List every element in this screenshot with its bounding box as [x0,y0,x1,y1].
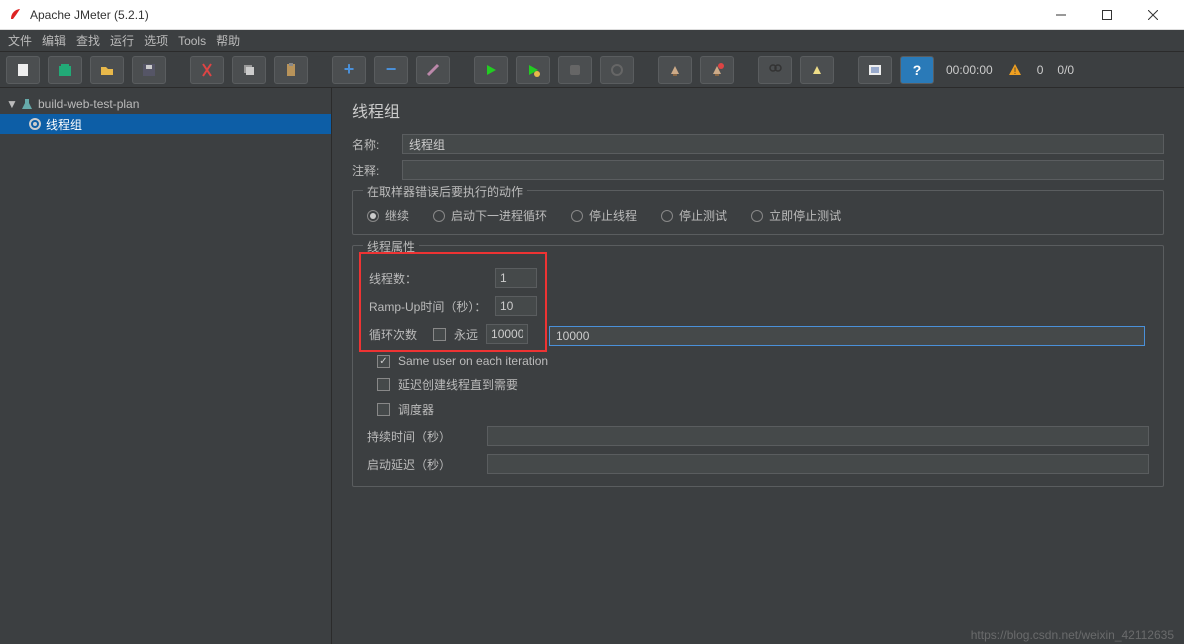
threads-input[interactable] [495,268,537,288]
close-button[interactable] [1130,0,1176,30]
reset-search-button[interactable] [800,56,834,84]
radio-stop-now[interactable]: 立即停止测试 [751,207,841,224]
radio-continue[interactable]: 继续 [367,207,409,224]
threads-label: 线程数： [369,270,487,287]
clear-button[interactable] [658,56,692,84]
name-input[interactable] [402,134,1164,154]
templates-button[interactable] [48,56,82,84]
function-helper-button[interactable] [858,56,892,84]
highlight-box: 线程数： Ramp-Up时间（秒）： 循环次数 永远 [359,252,547,352]
error-legend: 在取样器错误后要执行的动作 [363,183,527,200]
thread-props-group: 线程属性 线程数： Ramp-Up时间（秒）： 循环次数 永远 [352,245,1164,487]
copy-button[interactable] [232,56,266,84]
forever-label: 永远 [454,326,478,343]
help-button[interactable]: ? [900,56,934,84]
comment-input[interactable] [402,160,1164,180]
start-button[interactable] [474,56,508,84]
flask-icon [20,97,34,111]
same-user-checkbox[interactable] [377,355,390,368]
delay-create-checkbox[interactable] [377,378,390,391]
rampup-label: Ramp-Up时间（秒）： [369,298,487,315]
start-no-pause-button[interactable] [516,56,550,84]
content-panel: 线程组 名称: 注释: 在取样器错误后要执行的动作 继续 启动下一进程循环 停止… [332,88,1184,644]
timer-display: 00:00:00 [946,63,993,77]
clear-all-button[interactable] [700,56,734,84]
page-title: 线程组 [352,98,1164,122]
loop-input-wide[interactable] [549,326,1145,346]
shutdown-button[interactable] [600,56,634,84]
tree-thread-group[interactable]: 线程组 [0,114,331,134]
minimize-button[interactable] [1038,0,1084,30]
stop-button[interactable] [558,56,592,84]
menu-file[interactable]: 文件 [8,32,32,49]
search-button[interactable] [758,56,792,84]
duration-label: 持续时间（秒） [367,428,477,445]
new-button[interactable] [6,56,40,84]
radio-stop-thread[interactable]: 停止线程 [571,207,637,224]
error-action-group: 在取样器错误后要执行的动作 继续 启动下一进程循环 停止线程 停止测试 立即停止… [352,190,1164,235]
workspace: ▼ build-web-test-plan 线程组 线程组 名称: 注释: 在取… [0,88,1184,644]
open-button[interactable] [90,56,124,84]
save-button[interactable] [132,56,166,84]
test-plan-tree[interactable]: ▼ build-web-test-plan 线程组 [0,88,332,644]
tree-root[interactable]: ▼ build-web-test-plan [0,94,331,114]
error-count: 0 [1037,63,1044,77]
toggle-button[interactable] [416,56,450,84]
svg-text:!: ! [1013,66,1016,76]
maximize-button[interactable] [1084,0,1130,30]
comment-label: 注释: [352,162,392,179]
startup-delay-input[interactable] [487,454,1149,474]
menubar: 文件 编辑 查找 运行 选项 Tools 帮助 [0,30,1184,52]
radio-stop-test[interactable]: 停止测试 [661,207,727,224]
expand-button[interactable]: + [332,56,366,84]
scheduler-label: 调度器 [398,401,434,418]
duration-input[interactable] [487,426,1149,446]
menu-options[interactable]: 选项 [144,32,168,49]
same-user-label: Same user on each iteration [398,354,548,368]
menu-search[interactable]: 查找 [76,32,100,49]
menu-edit[interactable]: 编辑 [42,32,66,49]
collapse-button[interactable]: − [374,56,408,84]
warning-icon[interactable]: ! [1007,62,1023,78]
menu-tools[interactable]: Tools [178,34,206,48]
titlebar: Apache JMeter (5.2.1) [0,0,1184,30]
menu-help[interactable]: 帮助 [216,32,240,49]
tree-root-label: build-web-test-plan [38,97,139,111]
window-title: Apache JMeter (5.2.1) [30,8,149,22]
forever-checkbox[interactable] [433,328,446,341]
thread-count: 0/0 [1057,63,1074,77]
gear-icon [28,117,42,131]
name-label: 名称: [352,136,392,153]
cut-button[interactable] [190,56,224,84]
delay-create-label: 延迟创建线程直到需要 [398,376,518,393]
expand-arrow-icon[interactable]: ▼ [6,97,16,111]
toolbar: + − ? 00:00:00 ! 0 0/0 [0,52,1184,88]
startup-delay-label: 启动延迟（秒） [367,456,477,473]
app-icon [8,7,24,23]
paste-button[interactable] [274,56,308,84]
loop-label: 循环次数 [369,326,425,343]
menu-run[interactable]: 运行 [110,32,134,49]
loop-input[interactable] [486,324,528,344]
tree-child-label: 线程组 [46,116,82,133]
radio-start-next[interactable]: 启动下一进程循环 [433,207,547,224]
rampup-input[interactable] [495,296,537,316]
scheduler-checkbox[interactable] [377,403,390,416]
watermark: https://blog.csdn.net/weixin_42112635 [971,628,1174,642]
